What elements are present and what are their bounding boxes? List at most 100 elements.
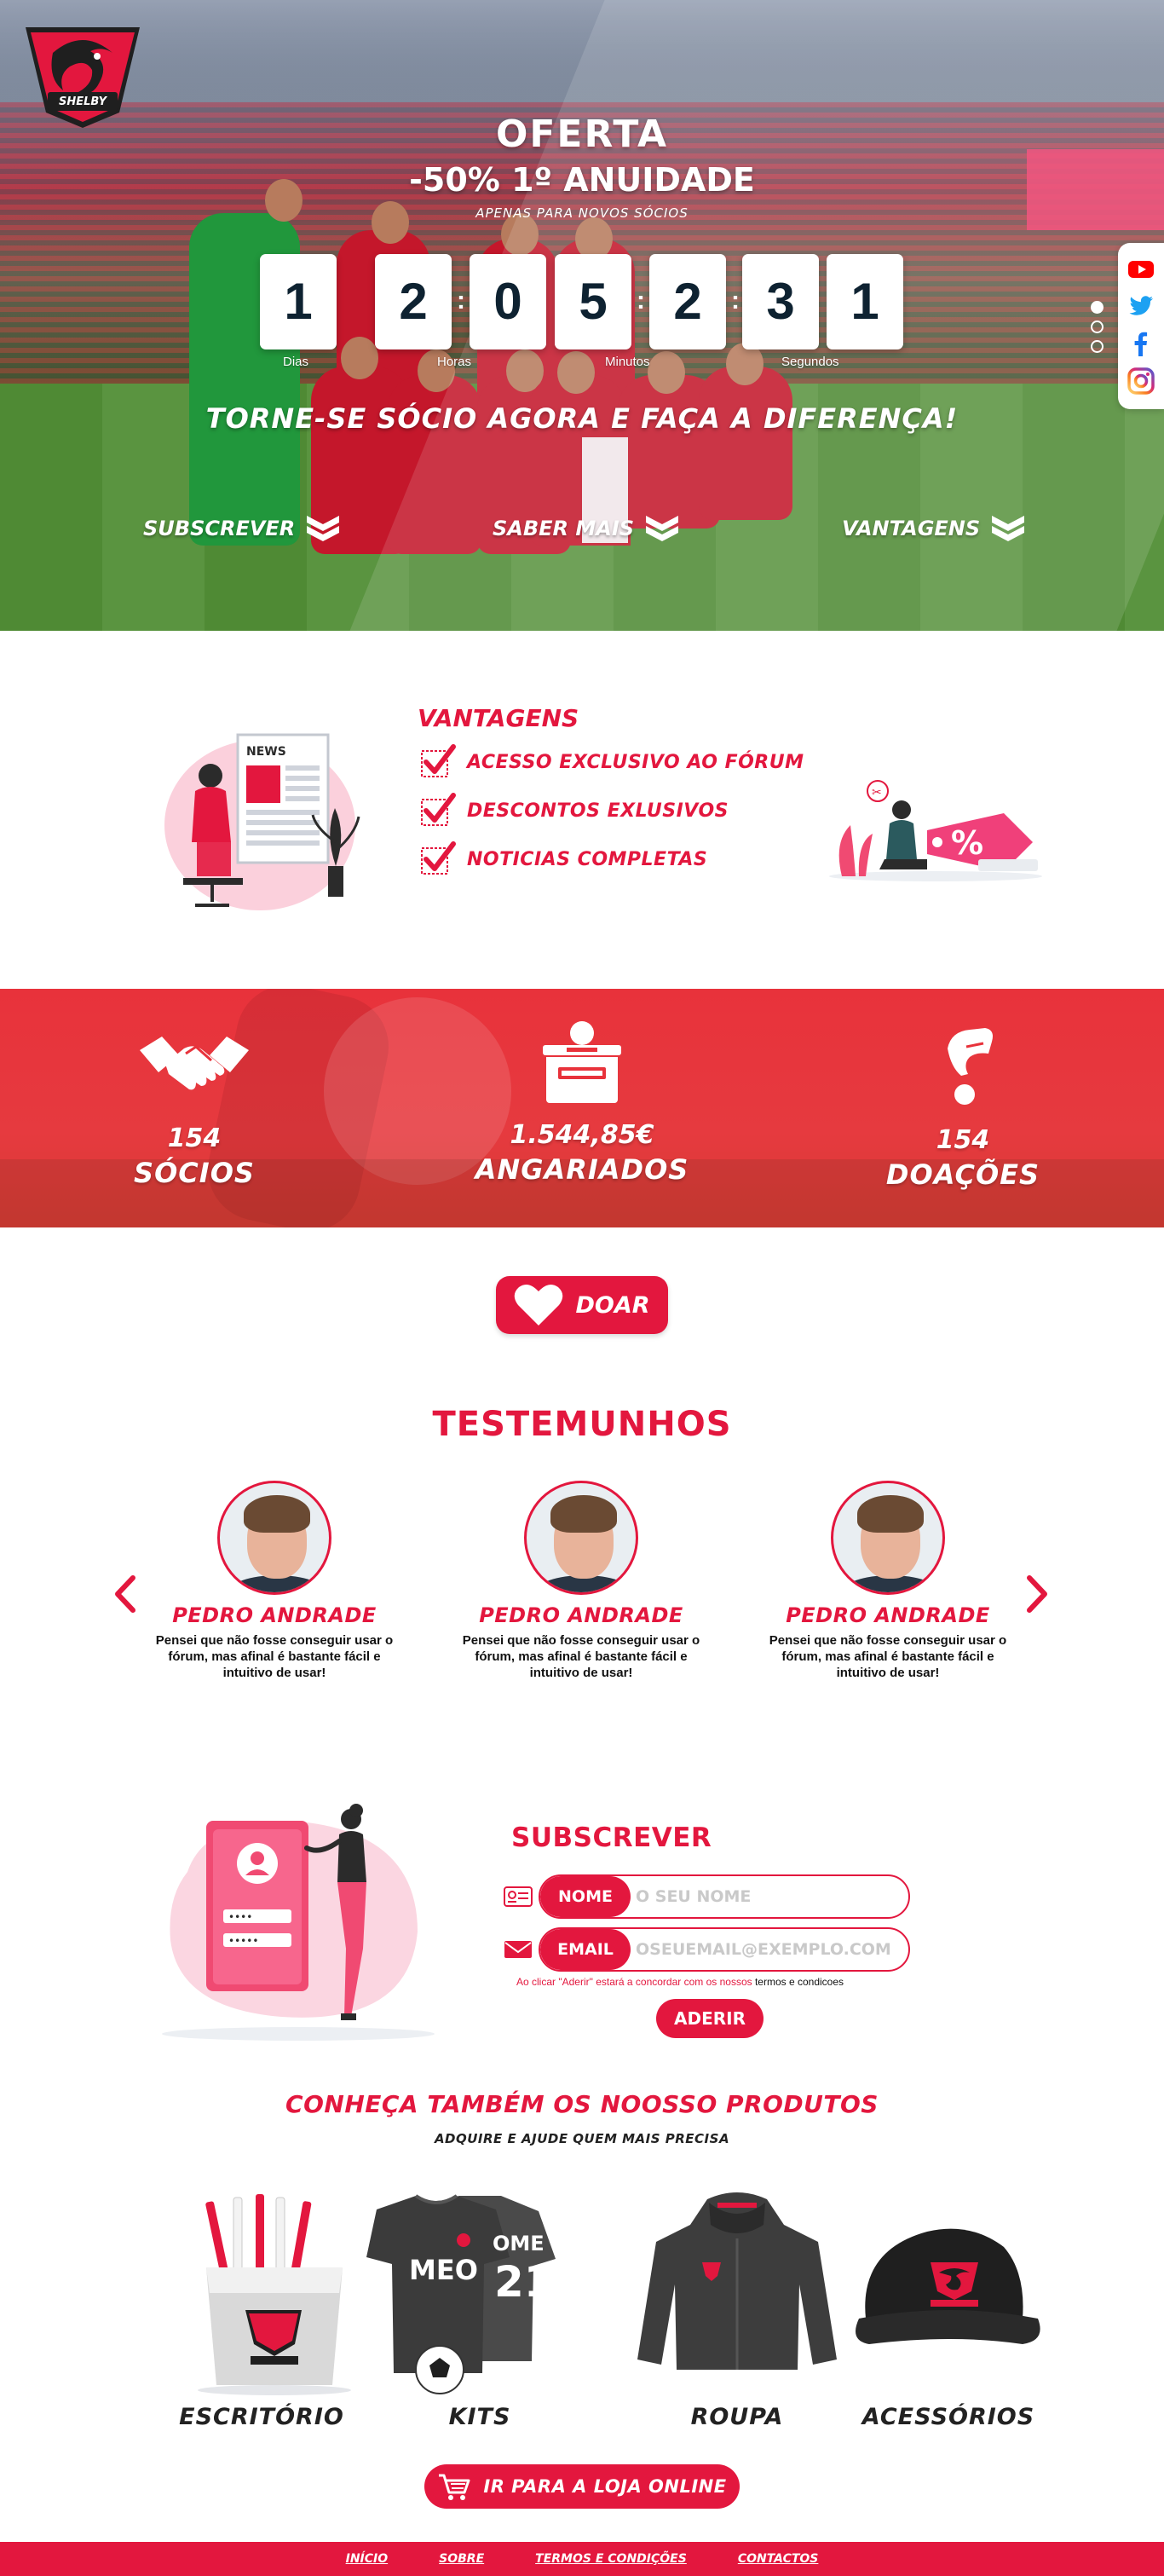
offer-block: OFERTA -50% 1º ANUIDADE APENAS PARA NOVO…	[326, 113, 838, 221]
testimonial-quote: Pensei que não fosse conseguir usar o fó…	[155, 1633, 394, 1680]
instagram-icon[interactable]	[1127, 367, 1155, 395]
stat-raised: 1.544,85€ ANGARIADOS	[454, 1018, 710, 1186]
subscribe-link[interactable]: SUBSCREVER	[143, 511, 341, 546]
kit-back-number: 21	[494, 2257, 554, 2307]
footer-link-about[interactable]: SOBRE	[439, 2552, 484, 2566]
email-field: EMAIL	[503, 1927, 912, 1972]
product-label: ACESSÓRIOS	[861, 2404, 1035, 2430]
footer-link-home[interactable]: INÍCIO	[346, 2552, 389, 2566]
id-card-icon	[504, 1886, 533, 1907]
double-chevron-down-icon	[644, 514, 680, 543]
advantage-text: DESCONTOS EXLUSIVOS	[467, 800, 729, 822]
name-input-box: NOME	[539, 1874, 910, 1919]
email-tag: EMAIL	[540, 1929, 631, 1970]
footer-link-terms[interactable]: TERMOS E CONDIÇÕES	[535, 2552, 687, 2566]
hero-tagline: TORNE-SE SÓCIO AGORA E FAÇA A DIFERENÇA!	[205, 402, 959, 435]
stats-section: 154 SÓCIOS 1.544,85€ ANGARIADOS 154 DOAÇ…	[0, 989, 1164, 1227]
svg-text:•••••: •••••	[228, 1935, 258, 1947]
product-kits[interactable]: MEO OME 21 KITS	[356, 2191, 603, 2446]
carousel-dot[interactable]	[1091, 340, 1103, 353]
countdown-label-minutes: Minutos	[605, 355, 650, 369]
news-reader-illustration: NEWS	[164, 733, 360, 910]
advantages-title: VANTAGENS	[418, 704, 579, 732]
countdown-digit: 2	[649, 254, 726, 349]
pen-holder-image	[198, 2194, 351, 2395]
countdown-separator: :	[637, 286, 645, 315]
kit-sponsor-text: MEO	[409, 2254, 478, 2286]
advantage-item: ACESSO EXCLUSIVO AO FÓRUM	[419, 742, 804, 783]
svg-text:✂: ✂	[872, 786, 882, 800]
testimonial-name: PEDRO ANDRADE	[172, 1603, 377, 1627]
cap-image	[856, 2228, 1040, 2344]
carousel-dot-active[interactable]	[1091, 301, 1103, 314]
product-accessories[interactable]: ACESSÓRIOS	[825, 2191, 1072, 2446]
products-title: CONHEÇA TAMBÉM OS NOOSSO PRODUTOS	[285, 2090, 879, 2118]
countdown-digit: 1	[827, 254, 903, 349]
donate-button[interactable]: DOAR	[496, 1276, 668, 1334]
learn-more-link[interactable]: SABER MAIS	[493, 511, 680, 546]
stat-donations: 154 DOAÇÕES	[835, 1023, 1091, 1191]
countdown-digit: 3	[742, 254, 819, 349]
envelope-icon	[504, 1941, 532, 1958]
stat-label: DOAÇÕES	[885, 1158, 1040, 1191]
svg-text:••••: ••••	[228, 1911, 252, 1923]
offer-note: APENAS PARA NOVOS SÓCIOS	[475, 205, 689, 221]
stat-members: 154 SÓCIOS	[66, 1021, 322, 1189]
twitter-icon[interactable]	[1127, 292, 1155, 320]
testimonial-name: PEDRO ANDRADE	[786, 1603, 990, 1627]
email-input[interactable]	[636, 1929, 900, 1970]
advantage-text: ACESSO EXCLUSIVO AO FÓRUM	[467, 751, 804, 773]
dragon-crest-icon	[26, 27, 140, 128]
testimonial-quote: Pensei que não fosse conseguir usar o fó…	[462, 1633, 700, 1680]
stat-label: ANGARIADOS	[475, 1153, 689, 1186]
advantages-link-label: VANTAGENS	[842, 517, 981, 540]
chevron-right-icon[interactable]	[1024, 1573, 1050, 1615]
hoodie-image	[637, 2192, 837, 2370]
checkbox-check-icon	[421, 744, 456, 777]
heart-icon	[515, 1284, 563, 1326]
subscribe-link-label: SUBSCREVER	[143, 517, 296, 540]
name-input[interactable]	[636, 1876, 900, 1917]
logo-text: SHELBY	[58, 95, 107, 108]
join-button[interactable]: ADERIR	[656, 1999, 764, 2038]
social-bar	[1118, 243, 1164, 409]
countdown-label-days: Dias	[283, 355, 309, 369]
news-label: NEWS	[246, 745, 286, 759]
product-clothing[interactable]: ROUPA	[614, 2191, 861, 2446]
countdown-digit: 2	[375, 254, 452, 349]
kit-back-name: OME	[493, 2232, 545, 2255]
stat-value: 154	[167, 1123, 222, 1153]
stat-value: 1.544,85€	[510, 1120, 654, 1150]
countdown-timer: 1 2 : 0 5 : 2 : 3 1 Dias Horas Minutos S…	[260, 254, 908, 378]
signup-illustration: •••• •••••	[162, 1804, 435, 2041]
handshake-icon	[140, 1037, 249, 1090]
carousel-dot[interactable]	[1091, 321, 1103, 333]
product-office[interactable]: ESCRITÓRIO	[138, 2191, 385, 2446]
avatar	[524, 1481, 638, 1595]
product-label: ROUPA	[690, 2404, 784, 2430]
avatar	[217, 1481, 331, 1595]
countdown-separator: :	[731, 286, 740, 315]
chevron-left-icon[interactable]	[112, 1573, 138, 1615]
footer-link-contacts[interactable]: CONTACTOS	[738, 2552, 819, 2566]
youtube-icon[interactable]	[1127, 256, 1155, 283]
hero-section: SHELBY OFERTA -50% 1º ANUIDADE APENAS PA…	[0, 0, 1164, 631]
facebook-icon[interactable]	[1127, 330, 1155, 357]
svg-text:%: %	[951, 824, 983, 862]
donation-box-icon	[543, 1021, 621, 1103]
online-shop-button[interactable]: IR PARA A LOJA ONLINE	[424, 2464, 740, 2509]
name-field: NOME	[503, 1874, 912, 1919]
subscribe-title: SUBSCREVER	[511, 1822, 712, 1853]
terms-link[interactable]: termos e condicoes	[755, 1976, 844, 1988]
stat-label: SÓCIOS	[134, 1157, 255, 1189]
kit-jersey-image: MEO OME 21	[366, 2194, 556, 2394]
products-subtitle: ADQUIRE E AJUDE QUEM MAIS PRECISA	[434, 2131, 730, 2146]
advantage-text: NOTICIAS COMPLETAS	[467, 848, 708, 870]
shelby-logo[interactable]: SHELBY	[19, 19, 147, 130]
discount-illustration: ✂ %	[829, 780, 1042, 881]
footer: INÍCIO SOBRE TERMOS E CONDIÇÕES CONTACTO…	[0, 2542, 1164, 2576]
page: SHELBY OFERTA -50% 1º ANUIDADE APENAS PA…	[0, 0, 1164, 2576]
countdown-digit: 1	[260, 254, 337, 349]
advantages-link[interactable]: VANTAGENS	[842, 511, 1026, 546]
carousel-dots	[1089, 301, 1106, 361]
